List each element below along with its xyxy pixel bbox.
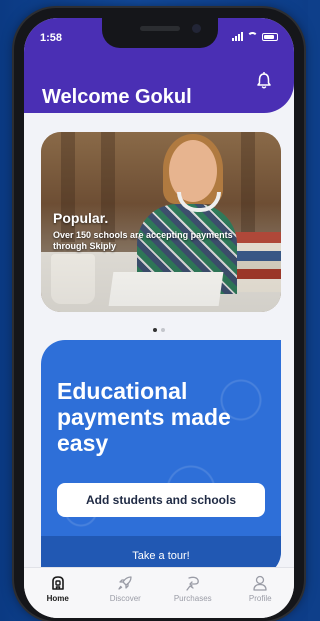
promo-title: Educational payments made easy (57, 378, 231, 456)
tab-home-label: Home (46, 594, 69, 603)
phone-notch (102, 18, 218, 48)
carousel-dot-active[interactable] (153, 328, 157, 332)
add-students-button[interactable]: Add students and schools (57, 483, 265, 517)
battery-icon (262, 32, 278, 41)
banner-subtitle: Over 150 schools are accepting payments … (53, 230, 233, 251)
popular-banner[interactable]: Popular. Over 150 schools are accepting … (41, 132, 281, 312)
banner-title: Popular. (53, 210, 109, 226)
phone-frame: 1:58 Welcome Gokul Popular. Over 150 sch… (14, 8, 304, 621)
promo-card: Educational payments made easy Add stude… (41, 340, 281, 576)
status-icons (232, 32, 278, 41)
tab-purchases-label: Purchases (173, 594, 212, 603)
app-screen: 1:58 Welcome Gokul Popular. Over 150 sch… (24, 18, 294, 618)
take-tour-label: Take a tour! (132, 550, 190, 562)
purchase-icon (186, 576, 199, 591)
signal-icon (232, 32, 243, 41)
profile-icon (253, 575, 267, 591)
tab-purchases[interactable]: Purchases (159, 568, 227, 618)
speaker (140, 26, 180, 31)
bottom-tab-bar: Home Discover Purchases Profile (24, 567, 294, 618)
carousel-dots (24, 328, 294, 332)
tab-profile[interactable]: Profile (227, 568, 295, 618)
tab-discover[interactable]: Discover (92, 568, 160, 618)
tab-profile-label: Profile (248, 594, 272, 603)
tab-discover-label: Discover (109, 594, 141, 603)
rocket-icon (118, 576, 132, 590)
bell-icon[interactable] (256, 72, 272, 90)
page-title: Welcome Gokul (42, 86, 192, 108)
status-time: 1:58 (40, 32, 63, 44)
wifi-icon (247, 32, 258, 41)
carousel-dot[interactable] (161, 328, 165, 332)
front-camera (192, 24, 201, 33)
home-icon (51, 576, 64, 590)
tab-home[interactable]: Home (24, 568, 92, 618)
